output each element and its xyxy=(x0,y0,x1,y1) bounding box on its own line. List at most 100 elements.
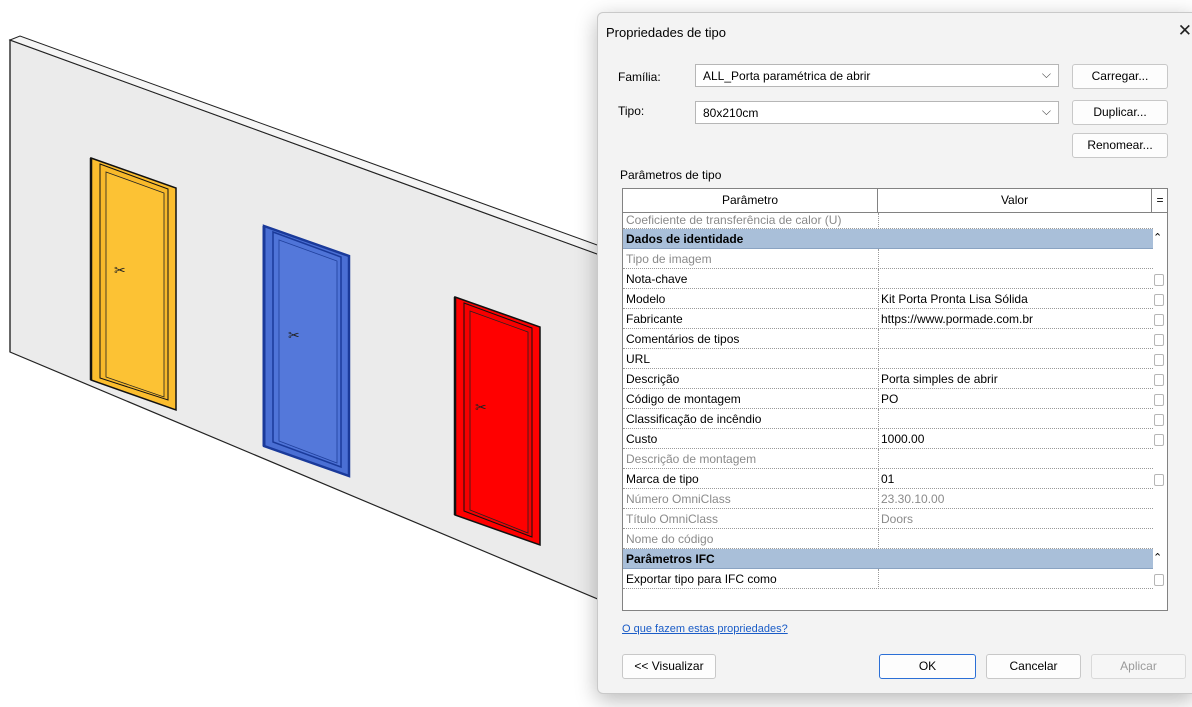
formula-checkbox[interactable] xyxy=(1154,314,1164,326)
parameter-name: Coeficiente de transferência de calor (U… xyxy=(626,213,842,227)
duplicar-button[interactable]: Duplicar... xyxy=(1072,100,1168,125)
parameter-value[interactable]: 1000.00 xyxy=(881,432,1141,446)
parameter-value[interactable]: https://www.pormade.com.br xyxy=(881,312,1141,326)
parameter-row[interactable]: Marca de tipo 01 xyxy=(623,469,1164,489)
tipo-value: 80x210cm xyxy=(703,106,759,120)
column-separator xyxy=(878,469,879,489)
parameter-row[interactable]: Exportar tipo para IFC como xyxy=(623,569,1164,589)
column-header-formula[interactable]: = xyxy=(1152,189,1167,212)
formula-checkbox[interactable] xyxy=(1154,274,1164,286)
carregar-button[interactable]: Carregar... xyxy=(1072,64,1168,89)
formula-checkbox[interactable] xyxy=(1154,474,1164,486)
familia-label: Família: xyxy=(618,70,661,84)
formula-checkbox[interactable] xyxy=(1154,294,1164,306)
parameter-name: Nota-chave xyxy=(626,272,688,286)
parameter-row[interactable]: Coeficiente de transferência de calor (U… xyxy=(623,213,1153,233)
column-separator xyxy=(878,309,879,329)
column-separator xyxy=(878,329,879,349)
formula-checkbox[interactable] xyxy=(1154,434,1164,446)
collapse-icon[interactable]: ⌃ xyxy=(1153,551,1162,564)
renomear-button[interactable]: Renomear... xyxy=(1072,133,1168,158)
parameter-row[interactable]: Custo 1000.00 xyxy=(623,429,1164,449)
column-separator xyxy=(878,249,879,269)
column-separator xyxy=(878,349,879,369)
parameter-row[interactable]: Modelo Kit Porta Pronta Lisa Sólida xyxy=(623,289,1164,309)
parameter-name: Tipo de imagem xyxy=(626,252,712,266)
parameter-name: Modelo xyxy=(626,292,666,306)
parameter-value[interactable]: 01 xyxy=(881,472,1141,486)
collapse-icon[interactable]: ⌃ xyxy=(1153,231,1162,244)
column-separator xyxy=(878,489,879,509)
parameter-row[interactable]: Tipo de imagem xyxy=(623,249,1153,269)
parameter-row[interactable]: Classificação de incêndio xyxy=(623,409,1164,429)
parameter-name: Fabricante xyxy=(626,312,683,326)
parameter-row[interactable]: Nome do código xyxy=(623,529,1153,549)
parameter-row[interactable]: Nota-chave xyxy=(623,269,1164,289)
door-yellow[interactable]: ✂ xyxy=(89,156,177,412)
column-separator xyxy=(878,529,879,549)
formula-checkbox[interactable] xyxy=(1154,374,1164,386)
tipo-dropdown[interactable]: 80x210cm ⌵ xyxy=(695,101,1059,124)
parameter-name: Descrição de montagem xyxy=(626,452,757,466)
familia-dropdown[interactable]: ALL_Porta paramétrica de abrir ⌵ xyxy=(695,64,1059,87)
parameter-name: Número OmniClass xyxy=(626,492,731,506)
parameter-name: URL xyxy=(626,352,651,366)
column-separator xyxy=(878,429,879,449)
grid-header: Parâmetro Valor = xyxy=(623,189,1167,213)
group-header-row[interactable]: Parâmetros IFC ⌃ xyxy=(623,549,1162,569)
column-separator xyxy=(878,449,879,469)
parameter-value[interactable]: PO xyxy=(881,392,1141,406)
chevron-down-icon: ⌵ xyxy=(1041,104,1051,118)
parameter-row[interactable]: Código de montagem PO xyxy=(623,389,1164,409)
column-header-valor[interactable]: Valor xyxy=(878,189,1152,212)
parameter-row[interactable]: Título OmniClass Doors xyxy=(623,509,1153,529)
aplicar-button[interactable]: Aplicar xyxy=(1091,654,1186,679)
parameter-row[interactable]: Fabricante https://www.pormade.com.br xyxy=(623,309,1164,329)
parameter-value[interactable]: Porta simples de abrir xyxy=(881,372,1141,386)
door-blue[interactable]: ✂ xyxy=(262,224,351,478)
familia-value: ALL_Porta paramétrica de abrir xyxy=(703,69,871,83)
parameter-name: Parâmetros IFC xyxy=(626,552,715,566)
column-separator xyxy=(878,369,879,389)
door-red[interactable]: ✂ xyxy=(453,295,541,547)
params-label: Parâmetros de tipo xyxy=(620,168,722,182)
chevron-down-icon: ⌵ xyxy=(1041,67,1051,81)
formula-checkbox[interactable] xyxy=(1154,394,1164,406)
svg-text:✂: ✂ xyxy=(288,328,300,344)
column-separator xyxy=(878,509,879,529)
parameter-row[interactable]: Descrição de montagem xyxy=(623,449,1153,469)
formula-checkbox[interactable] xyxy=(1154,334,1164,346)
parameter-row[interactable]: Comentários de tipos xyxy=(623,329,1164,349)
close-icon[interactable]: ✕ xyxy=(1178,21,1192,41)
column-separator xyxy=(878,389,879,409)
help-link[interactable]: O que fazem estas propriedades? xyxy=(622,623,788,635)
parameter-value[interactable]: Kit Porta Pronta Lisa Sólida xyxy=(881,292,1141,306)
column-separator xyxy=(878,409,879,429)
cancelar-button[interactable]: Cancelar xyxy=(986,654,1081,679)
parameter-name: Dados de identidade xyxy=(626,232,744,246)
formula-checkbox[interactable] xyxy=(1154,574,1164,586)
formula-checkbox[interactable] xyxy=(1154,354,1164,366)
parameter-row[interactable]: Descrição Porta simples de abrir xyxy=(623,369,1164,389)
tipo-label: Tipo: xyxy=(618,104,645,118)
dialog-titlebar: Propriedades de tipo ✕ xyxy=(598,13,1192,53)
parameter-name: Exportar tipo para IFC como xyxy=(626,572,777,586)
type-parameters-grid[interactable]: Parâmetro Valor = Coeficiente de transfe… xyxy=(622,188,1168,611)
parameter-row[interactable]: Número OmniClass 23.30.10.00 xyxy=(623,489,1153,509)
parameter-name: Nome do código xyxy=(626,532,714,546)
parameter-value: 23.30.10.00 xyxy=(881,492,945,506)
parameter-name: Título OmniClass xyxy=(626,512,719,526)
parameter-name: Custo xyxy=(626,432,658,446)
parameter-name: Marca de tipo xyxy=(626,472,699,486)
column-separator xyxy=(878,289,879,309)
parameter-row[interactable]: URL xyxy=(623,349,1164,369)
visualizar-button[interactable]: << Visualizar xyxy=(622,654,716,679)
formula-checkbox[interactable] xyxy=(1154,414,1164,426)
model-3d-view[interactable]: ✂ ✂ ✂ xyxy=(0,0,600,707)
group-header-row[interactable]: Dados de identidade ⌃ xyxy=(623,229,1162,249)
ok-button[interactable]: OK xyxy=(879,654,976,679)
column-header-param[interactable]: Parâmetro xyxy=(623,189,878,212)
grid-rows: Coeficiente de transferência de calor (U… xyxy=(623,213,1164,589)
svg-text:✂: ✂ xyxy=(475,400,487,416)
svg-text:✂: ✂ xyxy=(114,263,126,279)
